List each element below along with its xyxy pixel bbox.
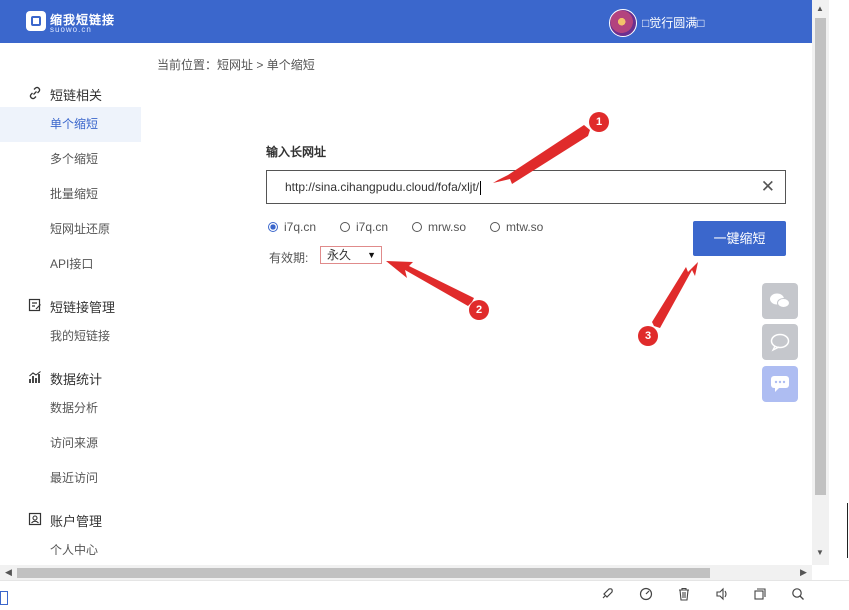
edit-icon bbox=[28, 298, 44, 315]
sidebar-item-my-links[interactable]: 我的短链接 bbox=[0, 319, 141, 354]
username[interactable]: □觉行圆满□ bbox=[642, 14, 705, 31]
domain-option-label: i7q.cn bbox=[356, 220, 389, 234]
scroll-right-icon[interactable]: ▶ bbox=[800, 567, 807, 578]
chat-bubble-icon[interactable] bbox=[762, 324, 798, 360]
bottom-toolbar bbox=[0, 580, 849, 610]
sidebar-item-recent[interactable]: 最近访问 bbox=[0, 461, 141, 496]
long-url-label: 输入长网址 bbox=[266, 145, 327, 159]
sidebar-group-label: 短链接管理 bbox=[50, 300, 116, 315]
logo-subtitle: suowo.cn bbox=[50, 25, 92, 34]
breadcrumb: 当前位置：短网址 > 单个缩短 bbox=[157, 56, 315, 73]
domain-option-4[interactable]: mtw.so bbox=[490, 220, 543, 234]
wechat-icon[interactable] bbox=[762, 283, 798, 319]
annotation-badge-3: 3 bbox=[638, 326, 658, 346]
window-edge bbox=[829, 0, 849, 609]
top-bar: 缩我短链接 suowo.cn □觉行圆满□ bbox=[0, 0, 812, 43]
scroll-left-icon[interactable]: ◀ bbox=[5, 567, 12, 578]
vertical-scrollbar[interactable]: ▲ ▼ bbox=[812, 0, 829, 565]
sidebar-group-label: 数据统计 bbox=[50, 372, 103, 387]
vertical-scroll-thumb[interactable] bbox=[815, 18, 826, 495]
annotation-arrows bbox=[386, 125, 698, 328]
long-url-value[interactable]: http://sina.cihangpudu.cloud/fofa/xljt/ bbox=[285, 180, 482, 195]
trash-icon[interactable] bbox=[676, 587, 692, 603]
sidebar-item-single-shorten[interactable]: 单个缩短 bbox=[0, 107, 141, 142]
domain-option-3[interactable]: mrw.so bbox=[412, 220, 466, 234]
annotation-badge-2: 2 bbox=[469, 300, 489, 320]
logo-icon[interactable] bbox=[26, 11, 46, 31]
search-icon[interactable] bbox=[790, 587, 806, 603]
validity-value: 永久 bbox=[327, 248, 352, 262]
sidebar-group-stats: 数据统计 bbox=[28, 369, 102, 388]
scroll-down-icon[interactable]: ▼ bbox=[816, 548, 824, 557]
breadcrumb-parent[interactable]: 短网址 bbox=[217, 58, 253, 72]
annotation-arrow-3 bbox=[652, 262, 698, 328]
radio-icon bbox=[490, 222, 500, 232]
radio-icon bbox=[412, 222, 422, 232]
scroll-up-icon[interactable]: ▲ bbox=[816, 4, 824, 13]
link-icon bbox=[28, 86, 44, 103]
avatar[interactable] bbox=[609, 9, 637, 37]
chart-icon bbox=[28, 370, 44, 387]
horizontal-scrollbar[interactable]: ◀ ▶ bbox=[0, 565, 812, 580]
breadcrumb-current: 单个缩短 bbox=[266, 58, 315, 72]
sidebar-item-sources[interactable]: 访问来源 bbox=[0, 426, 141, 461]
validity-label: 有效期: bbox=[269, 251, 309, 265]
annotation-badge-1: 1 bbox=[589, 112, 609, 132]
sidebar-item-analysis[interactable]: 数据分析 bbox=[0, 391, 141, 426]
sidebar-group-label: 短链相关 bbox=[50, 88, 103, 103]
close-icon[interactable]: ✕ bbox=[761, 177, 775, 197]
domain-option-1[interactable]: i7q.cn bbox=[268, 220, 316, 234]
radio-icon bbox=[340, 222, 350, 232]
domain-option-label: mrw.so bbox=[428, 220, 467, 234]
message-icon[interactable] bbox=[762, 366, 798, 402]
edge-line bbox=[847, 503, 848, 558]
sidebar-group-account: 账户管理 bbox=[28, 511, 102, 530]
breadcrumb-prefix: 当前位置： bbox=[157, 58, 218, 72]
page-icon[interactable] bbox=[0, 591, 8, 605]
domain-option-2[interactable]: i7q.cn bbox=[340, 220, 388, 234]
speed-icon[interactable] bbox=[638, 587, 654, 603]
horizontal-scroll-thumb[interactable] bbox=[17, 568, 710, 578]
domain-option-label: mtw.so bbox=[506, 220, 544, 234]
sidebar-item-batch-shorten[interactable]: 批量缩短 bbox=[0, 177, 141, 212]
sidebar-group-links: 短链相关 bbox=[28, 85, 102, 104]
sidebar-item-api[interactable]: API接口 bbox=[0, 247, 141, 282]
domain-option-label: i7q.cn bbox=[284, 220, 317, 234]
long-url-text: http://sina.cihangpudu.cloud/fofa/xljt/ bbox=[285, 180, 480, 194]
text-caret bbox=[480, 180, 482, 195]
long-url-input[interactable]: http://sina.cihangpudu.cloud/fofa/xljt/ … bbox=[266, 170, 786, 204]
annotation-arrow-2 bbox=[386, 261, 474, 306]
sidebar-item-profile[interactable]: 个人中心 bbox=[0, 533, 141, 568]
rocket-icon[interactable] bbox=[599, 587, 615, 603]
account-icon bbox=[28, 512, 44, 529]
sidebar-group-label: 账户管理 bbox=[50, 514, 103, 529]
breadcrumb-separator: > bbox=[253, 58, 267, 72]
sidebar-item-restore[interactable]: 短网址还原 bbox=[0, 212, 141, 247]
radio-checked-icon bbox=[268, 222, 278, 232]
validity-select[interactable]: 永久 ▼ bbox=[320, 246, 382, 264]
volume-icon[interactable] bbox=[714, 587, 730, 603]
sidebar-item-multi-shorten[interactable]: 多个缩短 bbox=[0, 142, 141, 177]
sidebar-group-manage: 短链接管理 bbox=[28, 297, 115, 316]
shorten-button[interactable]: 一键缩短 bbox=[693, 221, 786, 256]
window-icon[interactable] bbox=[752, 587, 768, 603]
dropdown-arrow-icon: ▼ bbox=[367, 250, 376, 260]
